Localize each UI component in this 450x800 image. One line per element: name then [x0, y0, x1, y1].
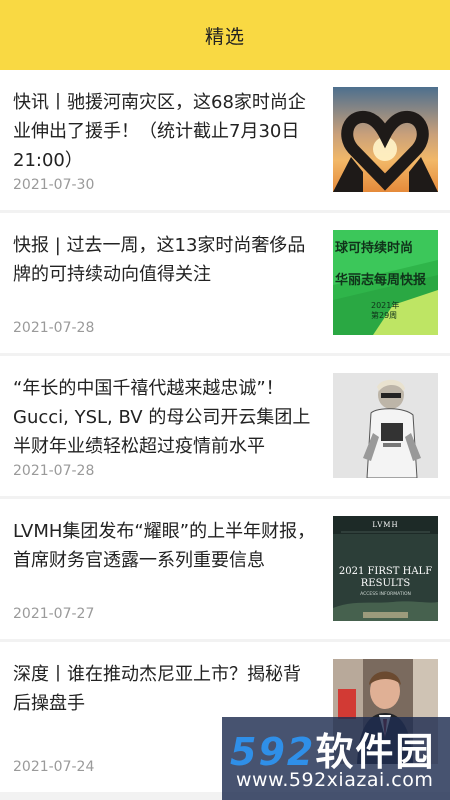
article-thumbnail[interactable]: [333, 373, 438, 478]
article-title: LVMH集团发布“耀眼”的上半年财报，首席财务官透露一系列重要信息: [13, 521, 316, 571]
svg-text:华丽志每周快报: 华丽志每周快报: [335, 272, 427, 288]
article-date: 2021-07-27: [13, 606, 95, 622]
svg-text:ACCESS INFORMATION: ACCESS INFORMATION: [360, 591, 411, 597]
article-title: 快讯丨驰援河南灾区，这68家时尚企业伸出了援手！（统计截止7月30日21:00）: [13, 92, 306, 171]
svg-text:第29周: 第29周: [371, 310, 397, 320]
lvmh-report-cover-image: LVMH 2021 FIRST HALF RESULTS ACCESS INFO…: [333, 516, 438, 621]
svg-text:LVMH: LVMH: [372, 521, 398, 529]
watermark-overlay: 592软件园 www.592xiazai.com: [222, 717, 450, 800]
svg-text:球可持续时尚: 球可持续时尚: [335, 240, 413, 256]
article-title: 快报 | 过去一周，这13家时尚奢侈品牌的可持续动向值得关注: [13, 235, 306, 285]
svg-text:2021年: 2021年: [371, 300, 399, 310]
watermark-logo: 592软件园: [230, 730, 436, 774]
page-title: 精选: [204, 25, 245, 48]
list-item[interactable]: “年长的中国千禧代越来越忠诚”！Gucci, YSL, BV 的母公司开云集团上…: [0, 356, 450, 496]
article-thumbnail[interactable]: LVMH 2021 FIRST HALF RESULTS ACCESS INFO…: [333, 516, 438, 621]
article-date: 2021-07-28: [13, 463, 95, 479]
article-date: 2021-07-30: [13, 177, 95, 193]
article-title: 深度丨谁在推动杰尼亚上市？揭秘背后操盘手: [13, 664, 301, 714]
watermark-url: www.592xiazai.com: [236, 769, 434, 791]
hands-heart-sunset-image: [333, 87, 438, 192]
svg-text:2021 FIRST HALF: 2021 FIRST HALF: [339, 566, 432, 577]
list-item[interactable]: 快报 | 过去一周，这13家时尚奢侈品牌的可持续动向值得关注 2021-07-2…: [0, 213, 450, 353]
green-sustainability-banner-image: 球可持续时尚 华丽志每周快报 2021年 第29周: [333, 230, 438, 335]
article-title: “年长的中国千禧代越来越忠诚”！Gucci, YSL, BV 的母公司开云集团上…: [13, 378, 311, 457]
list-item[interactable]: LVMH集团发布“耀眼”的上半年财报，首席财务官透露一系列重要信息 2021-0…: [0, 499, 450, 639]
article-list: 快讯丨驰援河南灾区，这68家时尚企业伸出了援手！（统计截止7月30日21:00）…: [0, 70, 450, 795]
article-date: 2021-07-24: [13, 759, 95, 775]
article-thumbnail[interactable]: [333, 87, 438, 192]
article-date: 2021-07-28: [13, 320, 95, 336]
fashion-model-photo: [333, 373, 438, 478]
svg-text:RESULTS: RESULTS: [361, 578, 411, 589]
article-thumbnail[interactable]: 球可持续时尚 华丽志每周快报 2021年 第29周: [333, 230, 438, 335]
top-header: 精选: [0, 0, 450, 70]
list-item[interactable]: 快讯丨驰援河南灾区，这68家时尚企业伸出了援手！（统计截止7月30日21:00）…: [0, 70, 450, 210]
